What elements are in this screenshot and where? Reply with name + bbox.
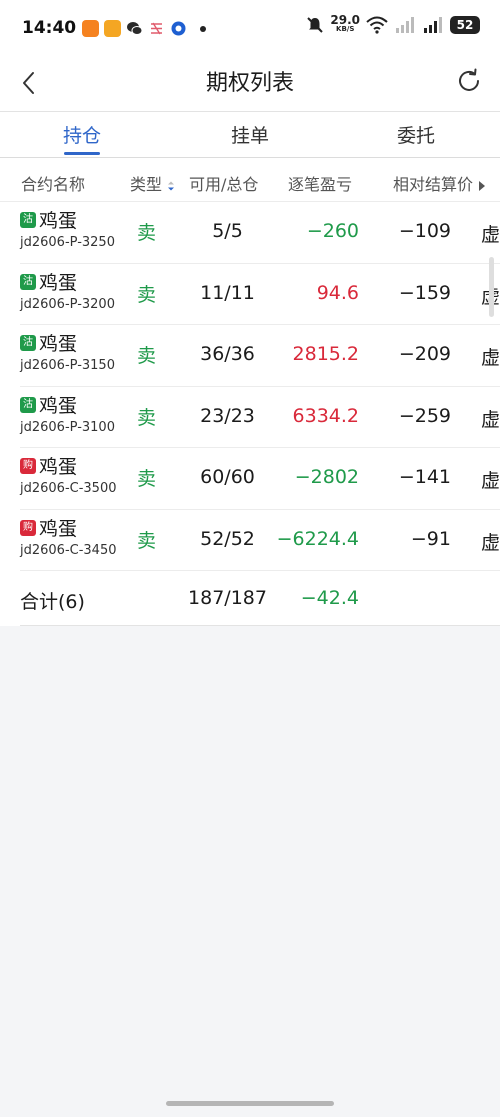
status-indicators: 29.0 KB/S 52 [306,13,480,34]
pnl-value: −260 [306,220,359,242]
moneyness-flag: 虚 [480,470,500,492]
product-name: 鸡蛋 [39,517,78,540]
table-row[interactable]: 沽 鸡蛋 jd2606-P-3250 卖 5/5 −260 −109 虚 [20,202,500,264]
yellow-app-icon [104,20,121,37]
positions-table: 沽 鸡蛋 jd2606-P-3250 卖 5/5 −260 −109 虚 沽 鸡… [0,202,500,626]
table-header: 合约名称 类型 可用/总仓 逐笔盈亏 相对结算价 [0,158,500,202]
moneyness-flag: 虚 [480,347,500,369]
tab-pending-orders[interactable]: 挂单 [190,121,310,148]
position-side: 卖 [137,529,157,552]
put-badge: 沽 [20,273,36,290]
product-name: 鸡蛋 [39,210,78,232]
column-header-relative-settle[interactable]: 相对结算价 [393,171,486,195]
put-badge: 沽 [20,335,36,351]
table-row[interactable]: 购 鸡蛋 jd2606-C-3500 卖 60/60 −2802 −141 虚 [20,448,500,510]
total-row: 合计(6) 187/187 −42.4 [20,571,500,626]
scroll-right-icon [479,180,486,191]
total-pnl: −42.4 [300,587,359,609]
relative-settle-value: −91 [410,527,451,550]
pattern-app-icon [151,22,162,35]
refresh-icon[interactable] [454,66,484,96]
table-row[interactable]: 沽 鸡蛋 jd2606-P-3150 卖 36/36 2815.2 −209 虚 [20,325,500,387]
column-header-type[interactable]: 类型 [130,171,175,195]
available-total: 23/23 [200,404,255,427]
notification-dot-icon [200,25,206,32]
available-total: 60/60 [200,466,255,488]
product-name: 鸡蛋 [39,456,78,478]
status-app-icons [82,20,206,37]
position-side: 卖 [137,283,157,306]
contract-code: jd2606-P-3250 [20,235,115,250]
product-name: 鸡蛋 [39,394,78,417]
table-row[interactable]: 沽 鸡蛋 jd2606-P-3100 卖 23/23 6334.2 −259 虚 [20,387,500,448]
column-header-relative-settle-label: 相对结算价 [393,175,474,194]
status-time: 14:40 [22,18,77,38]
battery-icon: 52 [450,16,480,34]
pnl-value: −6224.4 [276,527,359,550]
contract-code: jd2606-P-3150 [20,358,115,373]
tab-positions[interactable]: 持仓 [22,121,142,148]
wechat-icon [127,22,143,35]
available-total: 5/5 [212,220,243,242]
browser-app-icon [171,21,186,36]
table-row[interactable]: 沽 鸡蛋 jd2606-P-3200 卖 11/11 94.6 −159 虚 [20,264,500,325]
column-header-name: 合约名称 [21,175,86,194]
product-name: 鸡蛋 [39,271,78,294]
orange-app-icon [82,20,99,37]
nav-bar: 期权列表 [0,56,500,112]
call-badge: 购 [20,458,36,474]
position-side: 卖 [137,222,157,244]
pnl-value: 2815.2 [292,343,359,365]
position-side: 卖 [137,406,157,429]
page-title: 期权列表 [205,71,294,96]
pnl-value: 6334.2 [292,404,359,427]
mute-bell-icon [307,17,324,33]
available-total: 52/52 [200,527,255,550]
product-name: 鸡蛋 [39,333,78,355]
relative-settle-value: −141 [398,466,451,488]
contract-code: jd2606-C-3450 [20,542,117,558]
moneyness-flag: 虚 [480,408,500,431]
relative-settle-value: −109 [398,220,451,242]
column-header-pnl: 逐笔盈亏 [288,175,353,194]
call-badge: 购 [20,519,36,536]
available-total: 11/11 [200,281,255,304]
pnl-value: 94.6 [316,281,359,304]
wifi-icon [366,16,388,34]
total-available: 187/187 [188,587,267,609]
sort-icon [168,181,175,190]
tab-bar: 持仓 挂单 委托 [0,112,500,158]
active-tab-indicator [64,152,100,155]
put-badge: 沽 [20,212,36,228]
put-badge: 沽 [20,396,36,413]
home-indicator[interactable] [166,1101,334,1106]
column-header-available-total: 可用/总仓 [189,175,259,194]
pnl-value: −2802 [294,466,359,488]
horizontal-scroll-thumb[interactable] [489,257,494,317]
relative-settle-value: −159 [398,281,451,304]
column-header-type-label: 类型 [130,175,163,194]
position-side: 卖 [137,345,157,367]
relative-settle-value: −259 [398,404,451,427]
available-total: 36/36 [200,343,255,365]
moneyness-flag: 虚 [480,224,500,246]
contract-code: jd2606-P-3100 [20,419,115,435]
table-row[interactable]: 购 鸡蛋 jd2606-C-3450 卖 52/52 −6224.4 −91 虚 [20,510,500,571]
signal-sim2-icon [424,17,442,33]
status-bar: 14:40 29.0 KB/S 52 [0,0,500,56]
total-label: 合计(6) [20,591,85,613]
position-side: 卖 [137,468,157,490]
network-speed: 29.0 KB/S [330,13,360,33]
signal-sim1-icon [396,17,414,33]
contract-code: jd2606-C-3500 [20,481,117,496]
moneyness-flag: 虚 [480,531,500,554]
contract-code: jd2606-P-3200 [20,296,115,312]
relative-settle-value: −209 [398,343,451,365]
tab-orders[interactable]: 委托 [356,121,476,148]
